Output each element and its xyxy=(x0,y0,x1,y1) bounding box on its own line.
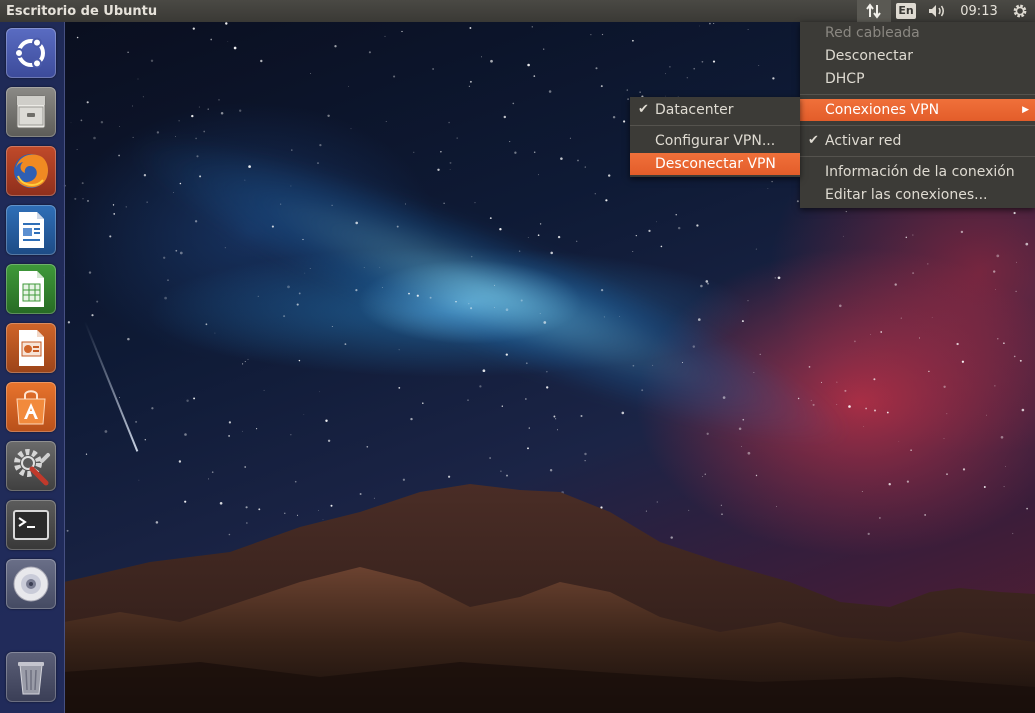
launcher-item-trash[interactable] xyxy=(6,652,56,702)
menu-item-label: Activar red xyxy=(825,133,902,149)
launcher xyxy=(0,22,65,713)
launcher-item-terminal[interactable] xyxy=(6,500,56,550)
menu-item-edit-connections[interactable]: Editar las conexiones... xyxy=(800,184,1035,206)
menu-item-label: Conexiones VPN xyxy=(825,102,940,118)
launcher-item-files[interactable] xyxy=(6,87,56,137)
trash-icon xyxy=(18,662,44,695)
menu-item-enable-network[interactable]: ✔ Activar red xyxy=(800,130,1035,152)
menu-separator xyxy=(800,156,1035,157)
launcher-item-ubuntu-dash[interactable] xyxy=(6,28,56,78)
settings-wrench-icon xyxy=(14,449,50,486)
file-cabinet-icon xyxy=(16,95,46,129)
menu-separator xyxy=(800,94,1035,95)
menu-item-dhcp[interactable]: DHCP xyxy=(800,68,1035,90)
keyboard-layout-icon: En xyxy=(896,3,916,19)
cd-drive-icon xyxy=(13,566,49,602)
menu-item-vpn-connections[interactable]: Conexiones VPN ▶ xyxy=(800,99,1035,121)
clock[interactable]: 09:13 xyxy=(953,0,1005,22)
session-gear-icon xyxy=(1013,4,1027,18)
launcher-item-optical-drive[interactable] xyxy=(6,559,56,609)
sound-indicator[interactable] xyxy=(921,0,953,22)
launcher-item-system-settings[interactable] xyxy=(6,441,56,491)
menu-separator xyxy=(630,125,800,126)
launcher-item-libreoffice-calc[interactable] xyxy=(6,264,56,314)
network-indicator[interactable] xyxy=(857,0,891,22)
firefox-icon xyxy=(14,154,48,188)
menu-item-connection-info[interactable]: Información de la conexión xyxy=(800,161,1035,183)
menu-item-configure-vpn[interactable]: Configurar VPN... xyxy=(630,130,800,152)
menu-item-wired-network: Red cableada xyxy=(825,25,920,41)
impress-icon xyxy=(19,330,44,366)
session-indicator[interactable] xyxy=(1005,0,1035,22)
launcher-item-libreoffice-writer[interactable] xyxy=(6,205,56,255)
network-icon xyxy=(866,3,881,19)
menu-separator xyxy=(800,125,1035,126)
menu-item-disconnect[interactable]: Desconectar xyxy=(800,45,1035,67)
checkmark-icon: ✔ xyxy=(638,102,649,117)
menu-item-vpn-datacenter[interactable]: ✔ Datacenter xyxy=(630,99,800,121)
vpn-submenu: ✔ Datacenter Configurar VPN... Desconect… xyxy=(630,97,800,177)
keyboard-indicator[interactable]: En xyxy=(891,0,921,22)
network-menu: Red cableada Desconectar DHCP Conexiones… xyxy=(800,22,1035,208)
terminal-icon xyxy=(13,510,49,540)
indicator-area: En 09:13 xyxy=(857,0,1035,22)
volume-icon xyxy=(929,5,944,17)
top-panel: Escritorio de Ubuntu En 09:13 xyxy=(0,0,1035,22)
checkmark-icon: ✔ xyxy=(808,133,819,148)
calc-icon xyxy=(19,271,44,307)
software-center-icon xyxy=(16,390,46,425)
launcher-item-ubuntu-software[interactable] xyxy=(6,382,56,432)
menu-item-label: Datacenter xyxy=(655,102,734,118)
writer-icon xyxy=(19,212,44,248)
menu-item-disconnect-vpn[interactable]: Desconectar VPN xyxy=(630,153,800,175)
launcher-item-firefox[interactable] xyxy=(6,146,56,196)
ubuntu-logo-icon xyxy=(14,37,45,69)
submenu-arrow-icon: ▶ xyxy=(1022,105,1029,115)
window-title: Escritorio de Ubuntu xyxy=(6,3,158,19)
launcher-item-libreoffice-impress[interactable] xyxy=(6,323,56,373)
